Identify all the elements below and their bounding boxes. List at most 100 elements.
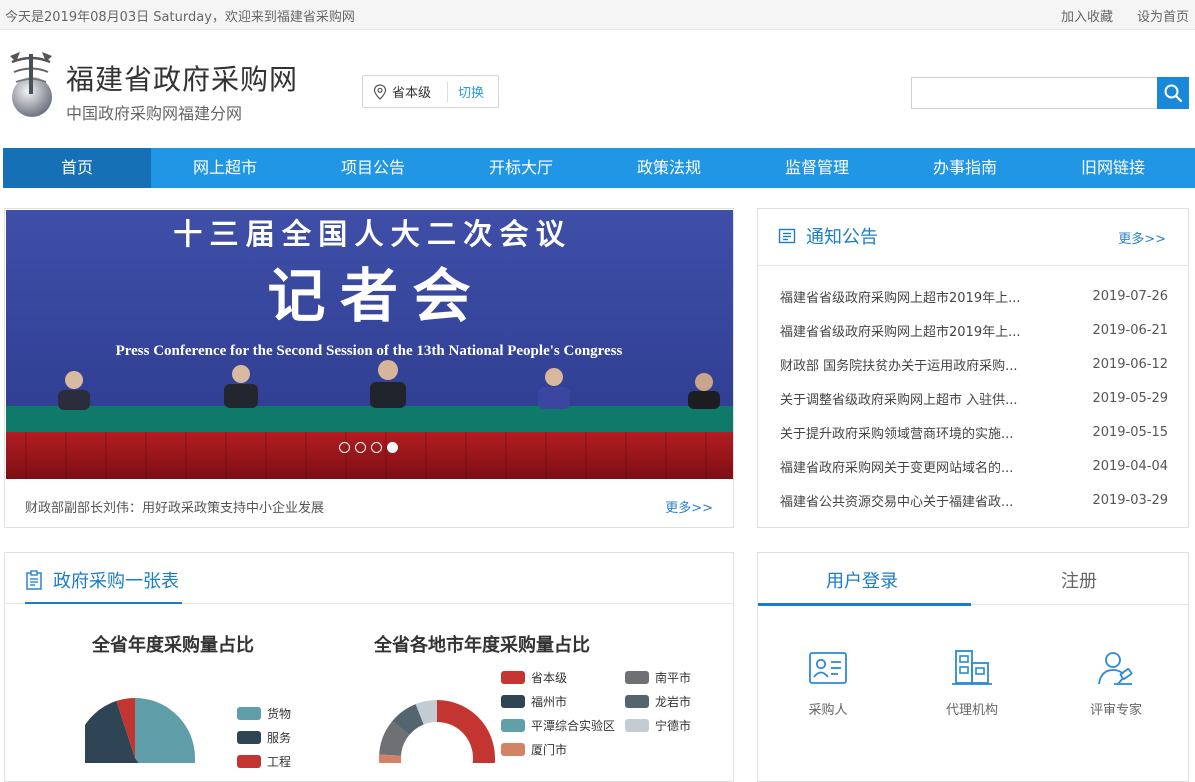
- carousel-indicators: [339, 442, 398, 453]
- legend-item[interactable]: 福州市: [501, 693, 567, 710]
- notice-item-date: 2019-06-12: [1092, 356, 1168, 372]
- annual-pie-chart[interactable]: [85, 683, 225, 763]
- list-item[interactable]: 财政部 国务院扶贫办关于运用政府采购... 2019-06-12: [780, 347, 1168, 381]
- legend-label: 龙岩市: [655, 695, 692, 709]
- legend-swatch: [237, 731, 261, 744]
- legend-item[interactable]: 服务: [237, 729, 291, 746]
- legend-item[interactable]: 货物: [237, 705, 291, 722]
- user-login-panel: 用户登录 注册 采购人 代理机构 评审专家: [757, 552, 1189, 782]
- nav-item-project-notices[interactable]: 项目公告: [299, 148, 447, 188]
- role-label: 评审专家: [1089, 703, 1142, 718]
- list-item[interactable]: 关于提升政府采购领域营商环境的实施... 2019-05-15: [780, 415, 1168, 449]
- search-icon: [1164, 84, 1183, 103]
- legend-label: 厦门市: [531, 743, 568, 757]
- building-icon: [952, 650, 992, 685]
- nav-item-supervision[interactable]: 监督管理: [743, 148, 891, 188]
- legend-item[interactable]: 宁德市: [625, 717, 691, 734]
- tab-underline: [25, 602, 182, 604]
- notice-item-title[interactable]: 福建省政府采购网关于变更网站域名的...: [780, 457, 1040, 476]
- legend-label: 福州市: [531, 695, 568, 709]
- main-nav: 首页 网上超市 项目公告 开标大厅 政策法规 监督管理 办事指南 旧网链接: [3, 148, 1195, 188]
- legend-item[interactable]: 龙岩市: [625, 693, 691, 710]
- legend-label: 工程: [267, 755, 292, 769]
- region-selector[interactable]: 省本级 切换: [362, 75, 499, 108]
- notice-item-title[interactable]: 福建省省级政府采购网上超市2019年上...: [780, 287, 1040, 306]
- procurement-summary-panel: 政府采购一张表 全省年度采购量占比 货物 服务 工程 全省各地市年度采购量占比 …: [4, 552, 734, 782]
- nav-item-old-site-link[interactable]: 旧网链接: [1039, 148, 1187, 188]
- carousel-image[interactable]: 十 三 届 全 国 人 大 二 次 会 议 记 者 会 Press Confer…: [6, 210, 733, 479]
- date-welcome-text: 今天是2019年08月03日 Saturday，欢迎来到福建省采购网: [5, 10, 355, 25]
- notice-item-date: 2019-03-29: [1092, 492, 1168, 508]
- list-item[interactable]: 福建省政府采购网关于变更网站域名的... 2019-04-04: [780, 449, 1168, 483]
- legend-item[interactable]: 厦门市: [501, 741, 567, 758]
- legend-item[interactable]: 省本级: [501, 669, 567, 686]
- region-switch-link[interactable]: 切换: [458, 82, 484, 101]
- legend-label: 宁德市: [655, 719, 692, 733]
- notice-item-title[interactable]: 福建省省级政府采购网上超市2019年上...: [780, 321, 1040, 340]
- tab-user-login[interactable]: 用户登录: [826, 567, 898, 593]
- nav-item-bid-opening-hall[interactable]: 开标大厅: [447, 148, 595, 188]
- id-card-icon: [809, 652, 847, 684]
- site-header: 福建省政府采购网 中国政府采购网福建分网 省本级 切换: [0, 30, 1195, 148]
- notice-header: 通知公告: [778, 223, 878, 249]
- nav-item-policies[interactable]: 政策法规: [595, 148, 743, 188]
- nav-item-guide[interactable]: 办事指南: [891, 148, 1039, 188]
- procurement-summary-header: 政府采购一张表: [25, 567, 179, 593]
- legend-swatch: [625, 671, 649, 684]
- legend-label: 服务: [267, 731, 292, 745]
- list-item[interactable]: 福建省公共资源交易中心关于福建省政... 2019-03-29: [780, 483, 1168, 517]
- notice-more-link[interactable]: 更多>>: [1118, 228, 1166, 247]
- cities-donut-chart[interactable]: [377, 683, 507, 763]
- list-item[interactable]: 关于调整省级政府采购网上超市 入驻供... 2019-05-29: [780, 381, 1168, 415]
- legend-swatch: [501, 719, 525, 732]
- role-agency[interactable]: 代理机构: [932, 649, 1012, 718]
- notice-item-title[interactable]: 关于调整省级政府采购网上超市 入驻供...: [780, 389, 1040, 408]
- set-homepage-link[interactable]: 设为首页: [1137, 6, 1189, 25]
- notice-item-title[interactable]: 福建省公共资源交易中心关于福建省政...: [780, 491, 1040, 510]
- tab-register[interactable]: 注册: [1061, 567, 1097, 593]
- notice-item-title[interactable]: 财政部 国务院扶贫办关于运用政府采购...: [780, 355, 1040, 374]
- notice-item-date: 2019-06-21: [1092, 322, 1168, 338]
- clipboard-icon: [26, 570, 42, 590]
- carousel-dot-active[interactable]: [387, 442, 398, 453]
- legend-swatch: [625, 695, 649, 708]
- legend-item[interactable]: 平潭综合实验区: [501, 717, 615, 734]
- nav-item-home[interactable]: 首页: [3, 148, 151, 188]
- carousel-dot[interactable]: [339, 442, 350, 453]
- logo-emblem-icon[interactable]: [6, 48, 56, 122]
- search-button[interactable]: [1157, 77, 1189, 109]
- carousel-caption[interactable]: 财政部副部长刘伟：用好政采政策支持中小企业发展: [25, 497, 324, 516]
- notice-item-title[interactable]: 关于提升政府采购领域营商环境的实施...: [780, 423, 1040, 442]
- role-purchaser[interactable]: 采购人: [788, 649, 868, 718]
- pie-slice[interactable]: [135, 698, 195, 763]
- legend-item[interactable]: 南平市: [625, 669, 691, 686]
- carousel-dot[interactable]: [355, 442, 366, 453]
- legend-item[interactable]: 工程: [237, 753, 291, 770]
- carousel-more-link[interactable]: 更多>>: [665, 497, 713, 516]
- role-expert[interactable]: 评审专家: [1076, 649, 1156, 718]
- pie-slice[interactable]: [437, 700, 495, 763]
- legend-swatch: [501, 671, 525, 684]
- banner-line-1: 十 三 届 全 国 人 大 二 次 会 议: [173, 217, 566, 251]
- chart-title-cities: 全省各地市年度采购量占比: [374, 635, 590, 656]
- legend-swatch: [237, 707, 261, 720]
- legend-label: 南平市: [655, 671, 692, 685]
- expert-icon: [1098, 652, 1133, 685]
- add-favorite-link[interactable]: 加入收藏: [1061, 6, 1113, 25]
- nav-item-online-mall[interactable]: 网上超市: [151, 148, 299, 188]
- notice-list-icon: [778, 228, 796, 244]
- search-input[interactable]: [911, 77, 1158, 109]
- notice-item-date: 2019-05-29: [1092, 390, 1168, 406]
- procurement-summary-title: 政府采购一张表: [53, 571, 179, 592]
- list-item[interactable]: 福建省省级政府采购网上超市2019年上... 2019-07-26: [780, 279, 1168, 313]
- notice-panel: 通知公告 更多>> 福建省省级政府采购网上超市2019年上... 2019-07-…: [757, 208, 1189, 528]
- notice-item-date: 2019-05-15: [1092, 424, 1168, 440]
- carousel-dot[interactable]: [371, 442, 382, 453]
- notice-item-date: 2019-04-04: [1092, 458, 1168, 474]
- legend-swatch: [625, 719, 649, 732]
- legend-label: 平潭综合实验区: [531, 719, 616, 733]
- login-tabs: 用户登录 注册: [758, 553, 1188, 606]
- region-name: 省本级: [392, 86, 432, 101]
- chart-title-annual: 全省年度采购量占比: [92, 635, 254, 656]
- list-item[interactable]: 福建省省级政府采购网上超市2019年上... 2019-06-21: [780, 313, 1168, 347]
